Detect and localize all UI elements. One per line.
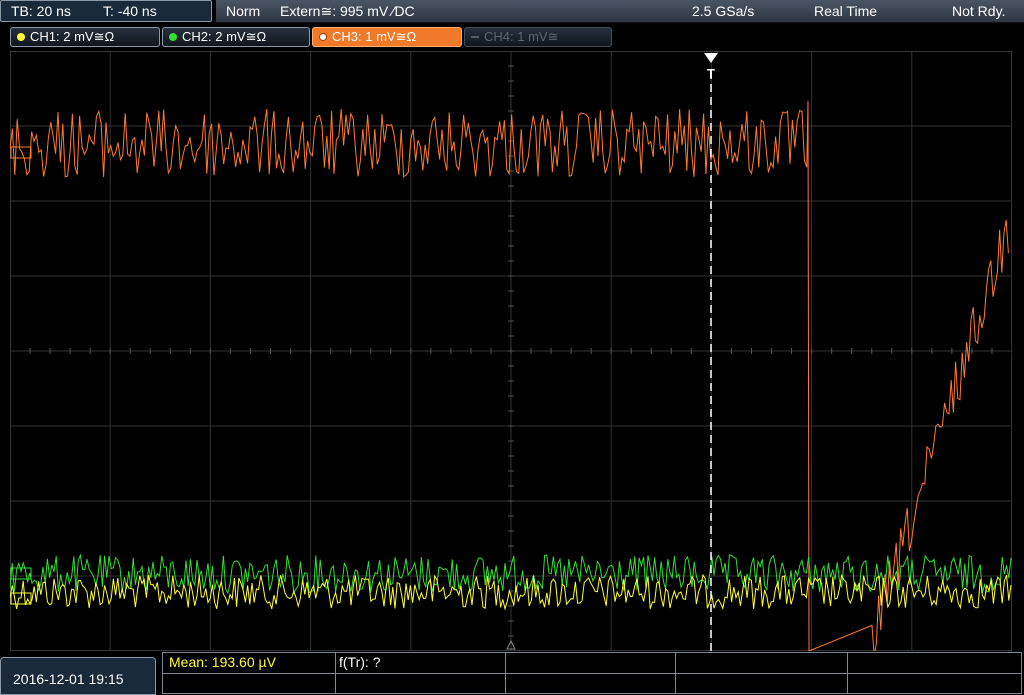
measure-divider-v1 <box>335 653 336 693</box>
trigger-offset-label: T: -40 ns <box>103 3 157 19</box>
tab-ch1[interactable]: CH1: 2 mV≅Ω <box>10 27 160 47</box>
tab-ch4[interactable]: CH4: 1 mV≅ <box>464 27 612 47</box>
tab-ch3[interactable]: CH3: 1 mV≅Ω <box>312 27 462 47</box>
bottom-bar: 2016-12-01 19:15 Mean: 193.60 µV f(Tr): … <box>0 652 1024 695</box>
ch2-label: CH2: 2 mV≅Ω <box>182 29 267 44</box>
waveform-display[interactable]: T <box>10 51 1012 651</box>
sample-rate: 2.5 GSa/s <box>692 3 755 19</box>
datetime-box: 2016-12-01 19:15 <box>0 657 156 695</box>
tab-ch2[interactable]: CH2: 2 mV≅Ω <box>162 27 310 47</box>
acquisition-mode: Real Time <box>814 3 878 19</box>
measure-divider-v2 <box>505 653 506 693</box>
ch1-label: CH1: 2 mV≅Ω <box>30 29 115 44</box>
trigger-mode: Norm <box>226 3 261 19</box>
waveform-svg[interactable]: T <box>10 51 1012 651</box>
ch1-dot-icon <box>17 33 25 41</box>
measure-divider-v4 <box>847 653 848 693</box>
measure-divider-v3 <box>675 653 676 693</box>
trigger-source: Extern≅: 995 mV ∕DC <box>280 3 415 19</box>
top-status-bar: TB: 20 ns T: -40 ns Norm Extern≅: 995 mV… <box>0 0 1024 24</box>
datetime-label: 2016-12-01 19:15 <box>13 671 124 687</box>
measurement-panel[interactable]: Mean: 193.60 µV f(Tr): ? <box>162 652 1022 694</box>
ch4-label: CH4: 1 mV≅ <box>484 29 559 44</box>
ch4-dash-icon <box>471 36 479 38</box>
mean-measurement: Mean: 193.60 µV <box>169 654 276 670</box>
ch3-label: CH3: 1 mV≅Ω <box>332 29 417 44</box>
trigger-marker-text: T <box>707 66 715 81</box>
measure-divider-h <box>163 673 1021 674</box>
timebase-box[interactable]: TB: 20 ns T: -40 ns <box>0 0 212 22</box>
ch3-dot-icon <box>319 33 327 41</box>
ftr-measurement: f(Tr): ? <box>339 654 381 670</box>
run-status: Not Rdy. <box>952 3 1006 19</box>
timebase-label: TB: 20 ns <box>11 3 71 19</box>
acquisition-status-strip[interactable]: Norm Extern≅: 995 mV ∕DC 2.5 GSa/s Real … <box>216 0 1024 23</box>
ch2-dot-icon <box>169 33 177 41</box>
